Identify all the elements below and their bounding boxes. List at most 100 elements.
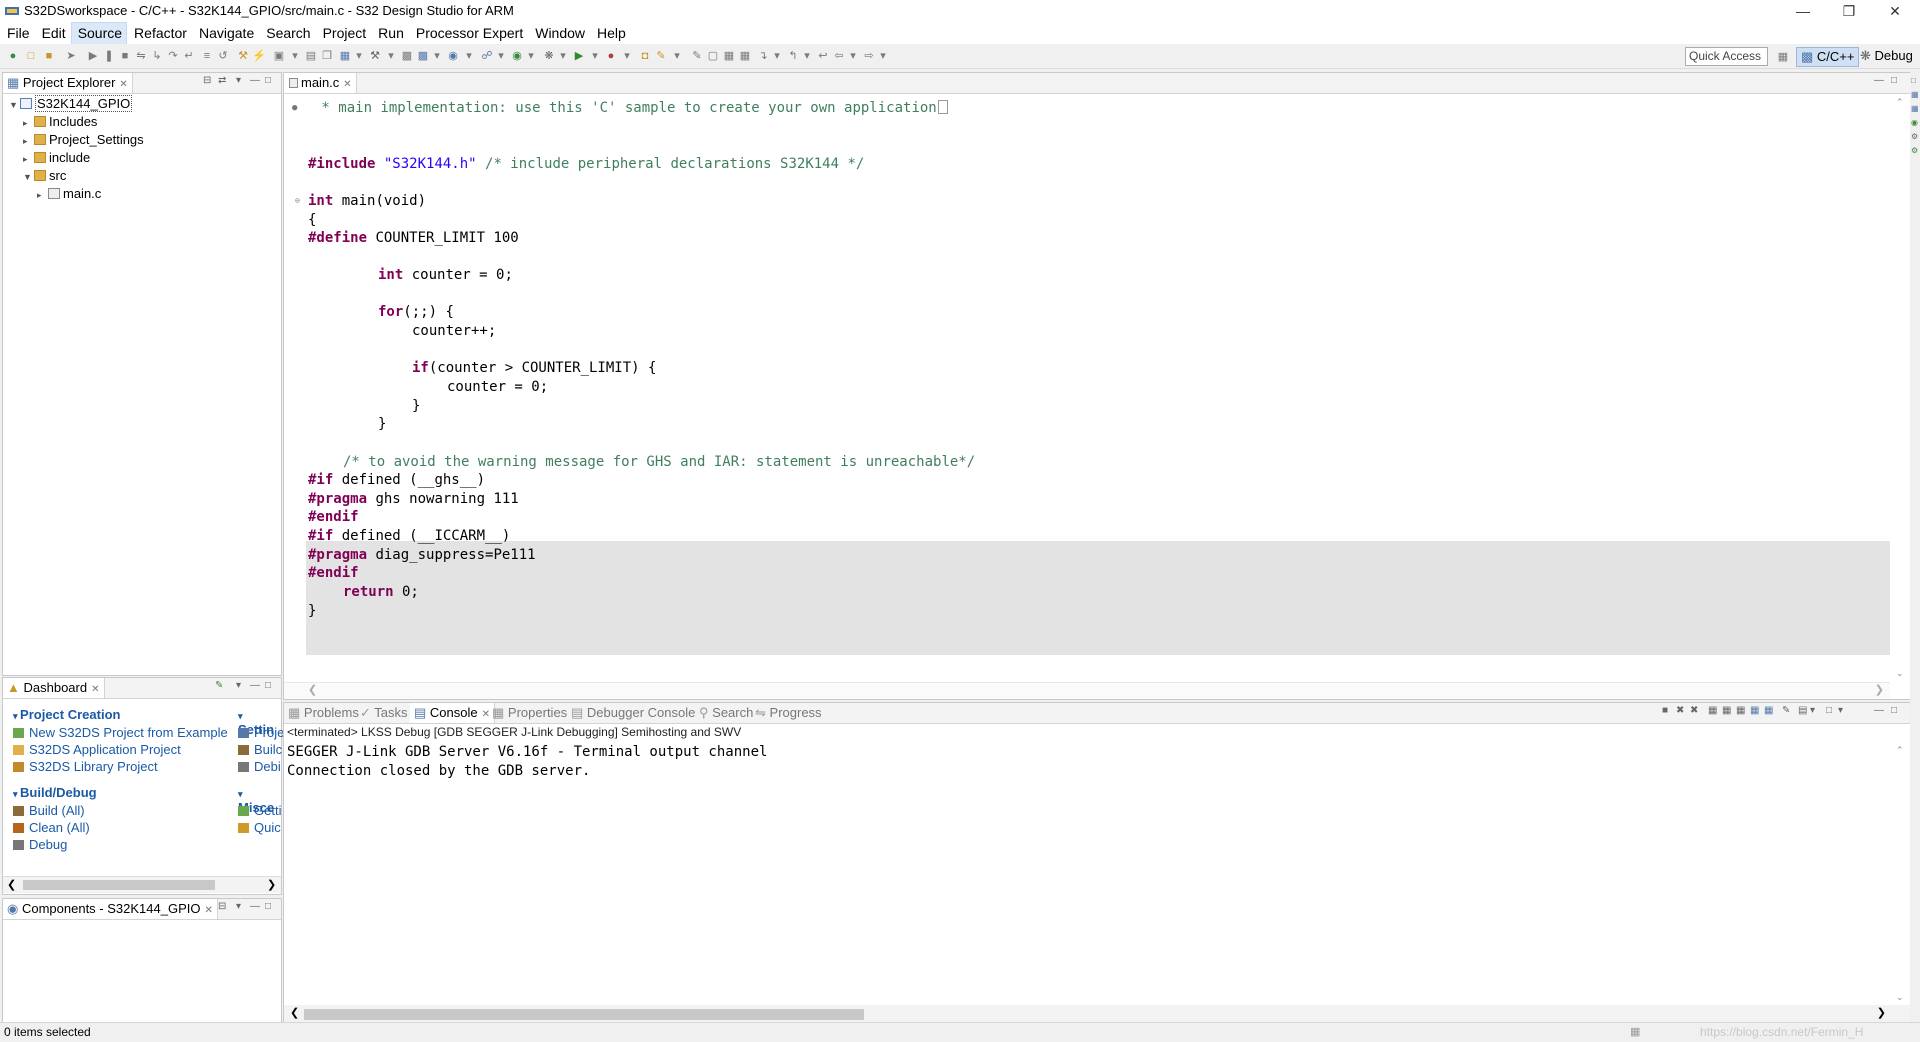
quick-access-input[interactable]: Quick Access (1685, 47, 1768, 66)
view-menu-icon[interactable]: ▾ (236, 680, 241, 691)
folded-block-marker[interactable] (937, 100, 948, 114)
target-icon[interactable]: ◉ (1911, 118, 1918, 127)
cursor-icon[interactable]: ➤ (64, 49, 78, 63)
dropdown-icon-2[interactable]: ▾ (1838, 705, 1843, 716)
dropdown-icon-13[interactable]: ▾ (800, 49, 814, 63)
chevron-down-icon[interactable]: ⌄ (1896, 992, 1904, 1003)
link-new-project-example[interactable]: New S32DS Project from Example (13, 725, 228, 740)
debug-config-icon[interactable]: ▩ (416, 49, 430, 63)
terminal-icon[interactable]: ▩ (400, 49, 414, 63)
back-icon[interactable]: ⇦ (832, 49, 846, 63)
new-class-icon[interactable]: ▦ (338, 49, 352, 63)
show-on-output-icon[interactable]: ▦ (1750, 705, 1759, 716)
terminate-icon[interactable]: ■ (118, 49, 132, 63)
collapse-all-icon[interactable]: ⊟ (203, 75, 211, 86)
chevron-right-icon[interactable]: ❯ (1877, 1006, 1886, 1019)
link-quick-access[interactable]: Quic (238, 820, 281, 835)
tree-project[interactable]: ▼ S32K144_GPIO (9, 95, 133, 113)
make-target-icon[interactable]: ⚙ (1911, 132, 1918, 141)
outline-icon[interactable]: ▦ (1911, 90, 1919, 99)
chevron-right-icon[interactable]: ▸ (23, 114, 33, 132)
minimize-button[interactable]: — (1780, 0, 1826, 22)
editor-vscrollbar[interactable]: ⌃ ⌄ (1892, 95, 1910, 681)
step-return-icon[interactable]: ↵ (182, 49, 196, 63)
window-icon[interactable]: ▣ (272, 49, 286, 63)
dropdown-icon-11[interactable]: ▾ (670, 49, 684, 63)
chevron-down-icon[interactable]: ▼ (23, 168, 33, 186)
block-icon[interactable]: ▦ (722, 49, 736, 63)
tab-tasks[interactable]: ✓ Tasks (356, 703, 412, 723)
tab-components[interactable]: ◉ Components - S32K144_GPIO ✕ (3, 899, 218, 919)
toggle-icon[interactable]: ▢ (706, 49, 720, 63)
dropdown-icon-14[interactable]: ▾ (846, 49, 860, 63)
clear-console-icon[interactable]: ▦ (1708, 705, 1717, 716)
annotation-icon[interactable]: ✎ (690, 49, 704, 63)
chevron-right-icon[interactable]: ▸ (23, 150, 33, 168)
resume-icon[interactable]: ▶ (86, 49, 100, 63)
tab-dashboard[interactable]: ▲ Dashboard ✕ (3, 678, 105, 698)
maximize-icon[interactable]: □ (1891, 705, 1897, 716)
terminate-icon[interactable]: ■ (1662, 705, 1668, 716)
minimize-icon[interactable]: — (250, 680, 260, 691)
tree-item-include[interactable]: ▸ include (23, 149, 90, 167)
open-type-icon[interactable]: ◘ (638, 49, 652, 63)
minimize-icon[interactable]: — (250, 75, 260, 86)
chevron-up-icon[interactable]: ⌃ (1896, 745, 1904, 756)
close-icon[interactable]: ✕ (204, 905, 212, 916)
remove-all-icon[interactable]: ✖ (1690, 705, 1698, 716)
lightning-icon[interactable]: ⚡ (252, 49, 266, 63)
console-output[interactable]: SEGGER J-Link GDB Server V6.16f - Termin… (287, 743, 767, 781)
chevron-down-icon[interactable]: ⌄ (1896, 668, 1904, 679)
restart-icon[interactable]: ↺ (216, 49, 230, 63)
open-icon[interactable]: □ (24, 49, 38, 63)
link-debug[interactable]: Debug (13, 837, 67, 852)
dropdown-icon[interactable]: ▾ (288, 49, 302, 63)
include-browser-icon[interactable]: ▦ (1911, 104, 1919, 113)
dropdown-icon-7[interactable]: ▾ (524, 49, 538, 63)
open-console-icon[interactable]: □ (1826, 705, 1832, 716)
display-console-icon[interactable]: ▤ (1798, 705, 1807, 716)
close-icon[interactable]: ✕ (119, 79, 127, 90)
chevron-up-icon[interactable]: ⌃ (1896, 97, 1904, 108)
tab-problems[interactable]: ▦ Problems (284, 703, 363, 723)
tree-item-project-settings[interactable]: ▸ Project_Settings (23, 131, 144, 149)
pin-console-icon[interactable]: ✎ (1782, 705, 1790, 716)
menu-file[interactable]: File (0, 22, 35, 44)
link-library-project[interactable]: S32DS Library Project (13, 759, 158, 774)
dropdown-icon-2[interactable]: ▾ (352, 49, 366, 63)
editor-hscrollbar[interactable]: ❮ ❯ (284, 682, 1890, 699)
tab-search[interactable]: ⚲ Search (695, 703, 757, 723)
dropdown-icon-6[interactable]: ▾ (494, 49, 508, 63)
link-build-all[interactable]: Build (All) (13, 803, 85, 818)
maximize-icon[interactable]: □ (1891, 75, 1897, 86)
scroll-thumb[interactable] (23, 880, 215, 890)
menu-refactor[interactable]: Refactor (127, 22, 192, 44)
link-clean-all[interactable]: Clean (All) (13, 820, 90, 835)
maximize-icon[interactable]: □ (265, 75, 271, 86)
copy-icon[interactable]: ❐ (320, 49, 334, 63)
section-build-debug[interactable]: ▾ Build/Debug (13, 785, 97, 800)
restore-button[interactable]: ❐ (1826, 0, 1872, 22)
minimize-icon[interactable]: — (1874, 705, 1884, 716)
show-on-error-icon[interactable]: ▦ (1764, 705, 1773, 716)
settings-icon[interactable]: ⚙ (1911, 146, 1918, 155)
remove-launch-icon[interactable]: ✖ (1676, 705, 1684, 716)
chevron-right-icon[interactable]: ❯ (267, 878, 276, 891)
dropdown-icon-10[interactable]: ▾ (620, 49, 634, 63)
dropdown-icon[interactable]: ▾ (1810, 705, 1815, 716)
console-hscrollbar[interactable]: ❮ ❯ (284, 1005, 1910, 1023)
tab-progress[interactable]: ⇋ Progress (751, 703, 826, 723)
instruction-step-icon[interactable]: ≡ (200, 49, 214, 63)
menu-processor-expert[interactable]: Processor Expert (409, 22, 528, 44)
maximize-icon[interactable]: □ (265, 680, 271, 691)
restore-view-icon[interactable]: □ (1911, 76, 1916, 85)
status-progress-icon[interactable]: ▦ (1630, 1025, 1640, 1038)
tab-main-c[interactable]: main.c ✕ (284, 73, 357, 93)
console-vscrollbar[interactable]: ⌃ ⌄ (1892, 743, 1910, 1005)
dropdown-icon-3[interactable]: ▾ (384, 49, 398, 63)
link-editor-icon[interactable]: ⇄ (218, 75, 226, 86)
disconnect-icon[interactable]: ⇋ (134, 49, 148, 63)
search-file-icon[interactable]: ☍ (480, 49, 494, 63)
last-edit-icon[interactable]: ↩ (816, 49, 830, 63)
menu-search[interactable]: Search (259, 22, 315, 44)
